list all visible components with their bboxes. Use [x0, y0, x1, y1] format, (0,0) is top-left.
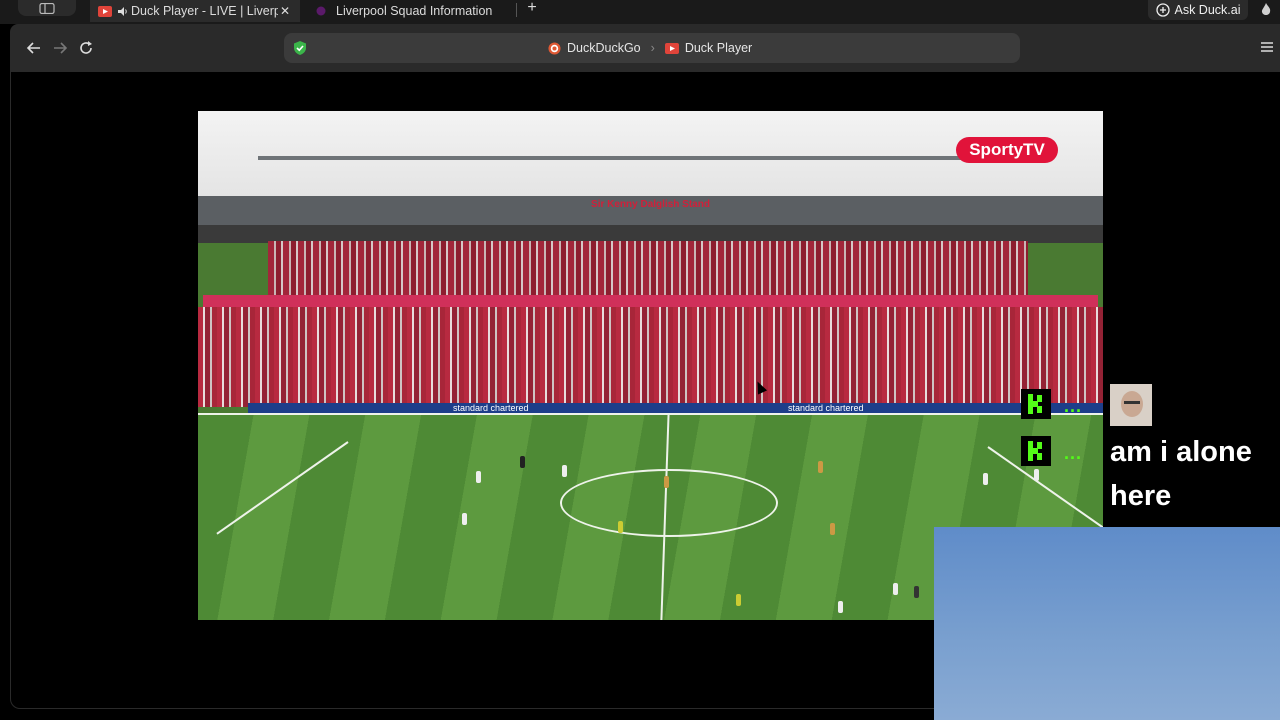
crowd-lower: [198, 307, 1103, 407]
adboard-text: standard chartered: [788, 403, 864, 413]
youtube-favicon-icon: [98, 5, 112, 17]
touchline: [198, 413, 1103, 415]
player: [818, 461, 823, 473]
tab-divider: [516, 3, 517, 17]
sidebar-icon: [39, 2, 55, 14]
player: [1034, 469, 1039, 481]
pitchside-adboard: [248, 403, 1103, 413]
crowd-upper: [268, 241, 1028, 296]
adboard-text: standard chartered: [453, 403, 529, 413]
privacy-shield-icon[interactable]: [292, 40, 308, 56]
close-tab-icon[interactable]: ✕: [278, 4, 292, 18]
stand-name: Sir Kenny Dalglish Stand: [591, 199, 710, 210]
player: [476, 471, 481, 483]
sportytv-watermark: SportyTV: [956, 137, 1058, 163]
tab-title: Duck Player - LIVE | Liverp: [131, 4, 278, 18]
typing-dots: ...: [1064, 396, 1083, 416]
player: [830, 523, 835, 535]
player: [462, 513, 467, 525]
ask-duck-ai-button[interactable]: Ask Duck.ai: [1148, 0, 1248, 20]
new-tab-button[interactable]: +: [523, 0, 541, 18]
player: [562, 465, 567, 477]
chat-plus-icon: [1155, 3, 1170, 17]
player: [838, 601, 843, 613]
reload-icon[interactable]: [76, 38, 96, 58]
stadium-roof-truss: [258, 156, 1028, 200]
breadcrumb-duck-player[interactable]: Duck Player: [664, 41, 753, 55]
tab-liverpool-squad[interactable]: Liverpool Squad Information: [308, 0, 518, 22]
ask-duck-label: Ask Duck.ai: [1174, 3, 1241, 17]
player: [736, 594, 741, 606]
breadcrumb-duckduckgo[interactable]: DuckDuckGo: [548, 41, 641, 55]
chat-avatar: [1110, 384, 1152, 426]
browser-toolbar: DuckDuckGo › Duck Player: [10, 24, 1280, 72]
speaker-icon[interactable]: [117, 6, 129, 17]
tab-duck-player[interactable]: Duck Player - LIVE | Liverp ✕: [90, 0, 300, 22]
address-bar[interactable]: DuckDuckGo › Duck Player: [284, 33, 1020, 63]
kick-logo-icon: [1021, 389, 1051, 419]
duckduckgo-logo-icon: [548, 41, 561, 55]
typing-dots: ...: [1064, 443, 1083, 463]
sidebar-toggle-button[interactable]: [18, 0, 76, 16]
player: [914, 586, 919, 598]
player: [520, 456, 525, 468]
forward-arrow-icon[interactable]: [50, 38, 70, 58]
back-arrow-icon[interactable]: [24, 38, 44, 58]
player: [893, 583, 898, 595]
chat-message: am i alone here: [1110, 436, 1252, 512]
player: [664, 476, 669, 488]
duck-player-icon: [664, 42, 679, 54]
player: [618, 521, 623, 533]
breadcrumb-label: Duck Player: [684, 41, 753, 55]
site-favicon-icon: [316, 6, 326, 16]
kick-logo-icon: [1021, 436, 1051, 466]
breadcrumb-label: DuckDuckGo: [567, 41, 641, 55]
tab-title: Liverpool Squad Information: [336, 4, 493, 18]
centre-circle: [560, 469, 778, 537]
webcam-panel: [934, 527, 1280, 720]
chevron-right-icon: ›: [650, 41, 655, 55]
player: [983, 473, 988, 485]
breadcrumb: DuckDuckGo › Duck Player: [548, 33, 752, 63]
hamburger-menu-icon[interactable]: [1260, 40, 1274, 54]
fire-button-icon[interactable]: [1258, 2, 1274, 18]
tab-strip: Duck Player - LIVE | Liverp ✕ Liverpool …: [0, 0, 1280, 24]
stand-banner: [203, 295, 1098, 307]
